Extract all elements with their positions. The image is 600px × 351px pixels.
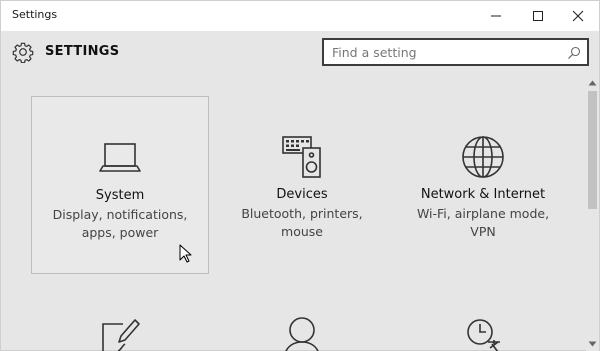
tile-accounts[interactable] — [213, 306, 391, 351]
title-bar: Settings — [1, 1, 599, 31]
tile-devices-desc-line2: mouse — [281, 224, 323, 239]
tile-devices-label: Devices — [276, 187, 328, 202]
tile-devices[interactable]: Devices Bluetooth, printers, mouse — [213, 96, 391, 274]
settings-window: Settings SETTINGS Find a setting System … — [0, 0, 600, 351]
laptop-icon — [99, 143, 141, 172]
search-box[interactable] — [322, 38, 589, 66]
scroll-down-button[interactable] — [586, 337, 599, 351]
close-button[interactable] — [557, 1, 599, 31]
window-title: Settings — [12, 8, 58, 21]
minimize-icon — [491, 15, 501, 17]
time-language-icon — [467, 319, 500, 351]
tile-time-language[interactable] — [394, 306, 572, 351]
tile-system-description: Display, notifications, apps, power — [32, 206, 208, 242]
tile-network-desc-line1: Wi-Fi, airplane mode, — [416, 206, 550, 221]
gear-icon — [12, 42, 34, 63]
tile-network-desc-line2: VPN — [470, 224, 496, 239]
globe-icon — [462, 136, 504, 178]
minimize-button[interactable] — [475, 1, 517, 31]
personalization-pen-icon — [102, 319, 140, 351]
tile-network-description: Wi-Fi, airplane mode, VPN — [394, 205, 572, 241]
keyboard-speaker-icon — [282, 136, 321, 178]
search-input[interactable] — [332, 43, 560, 61]
maximize-icon — [533, 11, 543, 21]
page-title: SETTINGS — [45, 44, 120, 59]
tile-system-desc-line2: apps, power — [81, 225, 159, 240]
tile-devices-description: Bluetooth, printers, mouse — [213, 205, 391, 241]
scroll-down-icon — [588, 341, 597, 347]
tile-network-internet[interactable]: Network & Internet Wi-Fi, airplane mode,… — [394, 96, 572, 274]
scroll-up-icon — [588, 80, 597, 86]
settings-header: SETTINGS — [1, 31, 599, 75]
tile-system-label: System — [95, 188, 145, 203]
tile-network-label: Network & Internet — [420, 187, 546, 202]
tile-devices-desc-line1: Bluetooth, printers, — [241, 206, 363, 221]
maximize-button[interactable] — [517, 1, 559, 31]
person-icon — [285, 317, 319, 351]
tile-personalization[interactable] — [31, 306, 209, 351]
search-icon[interactable] — [567, 46, 581, 60]
scroll-up-button[interactable] — [586, 76, 599, 90]
scroll-thumb[interactable] — [588, 91, 597, 209]
vertical-scrollbar[interactable] — [586, 75, 599, 351]
mouse-cursor-icon — [179, 244, 192, 263]
close-icon — [572, 10, 584, 22]
tile-system-desc-line1: Display, notifications, — [52, 207, 188, 222]
